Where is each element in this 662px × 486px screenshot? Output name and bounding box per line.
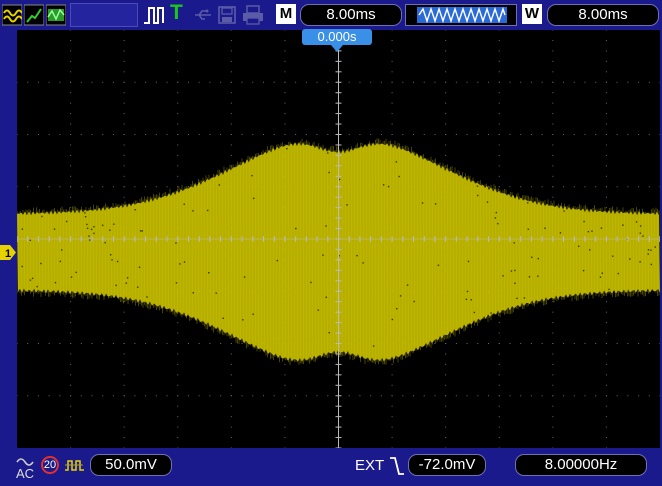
timebase-badge: M: [276, 4, 296, 24]
waveform-mode-icon[interactable]: [2, 4, 22, 26]
bottom-status-bar: AC 20 50.0mV EXT -72.0mV 8.00000Hz: [0, 450, 662, 486]
window-badge: W: [522, 4, 542, 24]
trigger-position-arrow: [331, 45, 343, 52]
timebase-readout[interactable]: 8.00ms: [300, 4, 402, 26]
usb-icon[interactable]: [193, 4, 213, 26]
coupling-label: AC: [16, 466, 35, 481]
xy-mode-icon[interactable]: [24, 4, 44, 26]
channel1-marker-icon[interactable]: 1: [0, 245, 16, 260]
trigger-source-label[interactable]: EXT: [355, 456, 384, 476]
trigger-time-offset[interactable]: 0.000s: [302, 29, 372, 45]
bandwidth-limit-icon[interactable]: 20: [41, 456, 59, 474]
oscilloscope-graticule: [17, 30, 660, 448]
print-icon[interactable]: [242, 4, 264, 26]
volts-per-div-readout[interactable]: 50.0mV: [90, 454, 172, 476]
waveform-display[interactable]: [17, 30, 660, 448]
svg-text:1: 1: [5, 248, 11, 260]
frequency-readout: 8.00000Hz: [515, 454, 647, 476]
memory-depth-indicator: [405, 4, 517, 26]
window-timebase-readout[interactable]: 8.00ms: [547, 4, 659, 26]
empty-status-box: [70, 3, 138, 27]
save-icon[interactable]: [217, 4, 237, 26]
graticule-center-axes: [17, 30, 660, 448]
falling-edge-icon[interactable]: [389, 454, 405, 478]
pulse-trigger-icon[interactable]: [143, 4, 165, 26]
invert-icon: [65, 460, 85, 471]
persistence-icon[interactable]: [46, 4, 66, 26]
top-status-bar: T M 8.00ms W 8.00ms: [0, 0, 662, 30]
trigger-level-readout[interactable]: -72.0mV: [408, 454, 486, 476]
trigger-status-icon: T: [170, 1, 183, 24]
